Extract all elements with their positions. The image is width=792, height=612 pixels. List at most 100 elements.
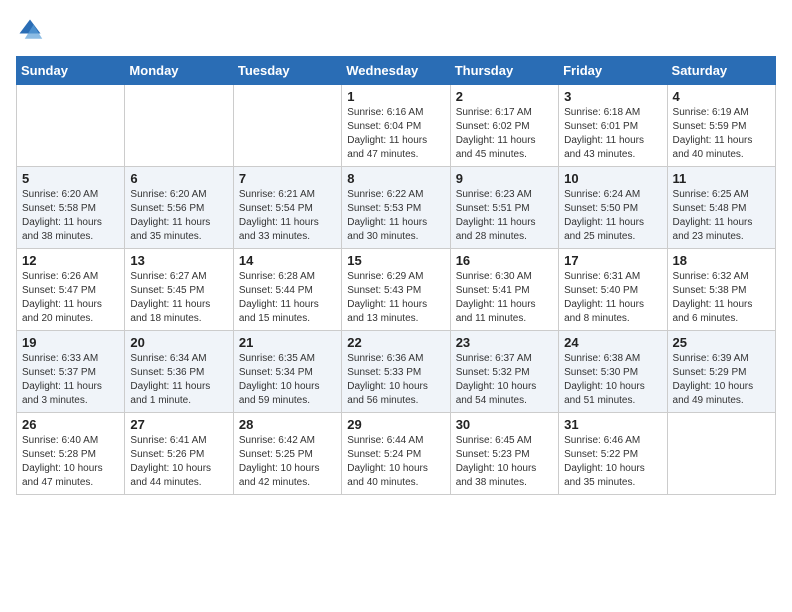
calendar-cell: 25Sunrise: 6:39 AMSunset: 5:29 PMDayligh… — [667, 331, 775, 413]
day-info: Sunrise: 6:40 AMSunset: 5:28 PMDaylight:… — [22, 434, 119, 490]
day-info: Sunrise: 6:29 AMSunset: 5:43 PMDaylight:… — [347, 270, 444, 326]
calendar-cell: 31 Sunrise: 6:46 AMSunset: 5:22 PMDayligh… — [559, 413, 667, 495]
day-info: Sunrise: 6:19 AMSunset: 5:59 PMDaylight:… — [673, 106, 770, 162]
day-number: 3 — [564, 89, 661, 104]
day-info: Sunrise: 6:31 AMSunset: 5:40 PMDaylight:… — [564, 270, 661, 326]
calendar-week-row: 1 Sunrise: 6:16 AMSunset: 6:04 PMDaylight… — [17, 85, 776, 167]
day-number: 13 — [130, 253, 227, 268]
calendar-cell: 13 Sunrise: 6:27 AMSunset: 5:45 PMDayligh… — [125, 249, 233, 331]
calendar-cell: 18 Sunrise: 6:32 AMSunset: 5:38 PMDayligh… — [667, 249, 775, 331]
day-info: Sunrise: 6:45 AMSunset: 5:23 PMDaylight:… — [456, 434, 553, 490]
day-number: 7 — [239, 171, 336, 186]
calendar-cell — [17, 85, 125, 167]
calendar-week-row: 26 Sunrise: 6:40 AMSunset: 5:28 PMDayligh… — [17, 413, 776, 495]
calendar-cell: 16 Sunrise: 6:30 AMSunset: 5:41 PMDayligh… — [450, 249, 558, 331]
calendar-cell: 22Sunrise: 6:36 AMSunset: 5:33 PMDayligh… — [342, 331, 450, 413]
calendar-cell: 9Sunrise: 6:23 AMSunset: 5:51 PMDaylight… — [450, 167, 558, 249]
day-info: Sunrise: 6:23 AMSunset: 5:51 PMDaylight:… — [456, 188, 553, 244]
calendar-cell: 8 Sunrise: 6:22 AMSunset: 5:53 PMDaylight… — [342, 167, 450, 249]
day-info: Sunrise: 6:38 AMSunset: 5:30 PMDaylight:… — [564, 352, 661, 408]
day-number: 4 — [673, 89, 770, 104]
day-header-thursday: Thursday — [450, 57, 558, 85]
day-number: 19 — [22, 335, 119, 350]
day-number: 23 — [456, 335, 553, 350]
day-info: Sunrise: 6:27 AMSunset: 5:45 PMDaylight:… — [130, 270, 227, 326]
calendar-cell: 12 Sunrise: 6:26 AMSunset: 5:47 PMDayligh… — [17, 249, 125, 331]
calendar-cell: 5 Sunrise: 6:20 AMSunset: 5:58 PMDaylight… — [17, 167, 125, 249]
logo-icon — [16, 16, 44, 44]
day-info: Sunrise: 6:41 AMSunset: 5:26 PMDaylight:… — [130, 434, 227, 490]
calendar-cell — [125, 85, 233, 167]
calendar-cell: 23 Sunrise: 6:37 AMSunset: 5:32 PMDayligh… — [450, 331, 558, 413]
day-info: Sunrise: 6:33 AMSunset: 5:37 PMDaylight:… — [22, 352, 119, 408]
day-number: 11 — [673, 171, 770, 186]
day-header-friday: Friday — [559, 57, 667, 85]
day-number: 21 — [239, 335, 336, 350]
calendar-cell: 10Sunrise: 6:24 AMSunset: 5:50 PMDayligh… — [559, 167, 667, 249]
day-info: Sunrise: 6:20 AMSunset: 5:58 PMDaylight:… — [22, 188, 119, 244]
calendar-cell: 29 Sunrise: 6:44 AMSunset: 5:24 PMDayligh… — [342, 413, 450, 495]
day-number: 18 — [673, 253, 770, 268]
day-number: 29 — [347, 417, 444, 432]
day-number: 16 — [456, 253, 553, 268]
calendar-cell: 2Sunrise: 6:17 AMSunset: 6:02 PMDaylight… — [450, 85, 558, 167]
day-number: 8 — [347, 171, 444, 186]
calendar-cell: 27 Sunrise: 6:41 AMSunset: 5:26 PMDayligh… — [125, 413, 233, 495]
day-info: Sunrise: 6:17 AMSunset: 6:02 PMDaylight:… — [456, 106, 553, 162]
calendar-cell: 19 Sunrise: 6:33 AMSunset: 5:37 PMDayligh… — [17, 331, 125, 413]
calendar-cell: 4 Sunrise: 6:19 AMSunset: 5:59 PMDaylight… — [667, 85, 775, 167]
day-info: Sunrise: 6:25 AMSunset: 5:48 PMDaylight:… — [673, 188, 770, 244]
day-number: 17 — [564, 253, 661, 268]
day-info: Sunrise: 6:32 AMSunset: 5:38 PMDaylight:… — [673, 270, 770, 326]
day-info: Sunrise: 6:22 AMSunset: 5:53 PMDaylight:… — [347, 188, 444, 244]
day-number: 26 — [22, 417, 119, 432]
day-number: 1 — [347, 89, 444, 104]
calendar-week-row: 5 Sunrise: 6:20 AMSunset: 5:58 PMDaylight… — [17, 167, 776, 249]
day-number: 20 — [130, 335, 227, 350]
day-info: Sunrise: 6:36 AMSunset: 5:33 PMDaylight:… — [347, 352, 444, 408]
calendar-cell: 17 Sunrise: 6:31 AMSunset: 5:40 PMDayligh… — [559, 249, 667, 331]
day-number: 5 — [22, 171, 119, 186]
day-number: 12 — [22, 253, 119, 268]
calendar-cell: 24 Sunrise: 6:38 AMSunset: 5:30 PMDayligh… — [559, 331, 667, 413]
day-number: 25 — [673, 335, 770, 350]
calendar-cell: 6 Sunrise: 6:20 AMSunset: 5:56 PMDaylight… — [125, 167, 233, 249]
day-info: Sunrise: 6:20 AMSunset: 5:56 PMDaylight:… — [130, 188, 227, 244]
calendar-cell: 28 Sunrise: 6:42 AMSunset: 5:25 PMDayligh… — [233, 413, 341, 495]
day-info: Sunrise: 6:46 AMSunset: 5:22 PMDaylight:… — [564, 434, 661, 490]
day-number: 15 — [347, 253, 444, 268]
day-header-monday: Monday — [125, 57, 233, 85]
day-number: 31 — [564, 417, 661, 432]
day-number: 30 — [456, 417, 553, 432]
day-number: 24 — [564, 335, 661, 350]
day-info: Sunrise: 6:16 AMSunset: 6:04 PMDaylight:… — [347, 106, 444, 162]
calendar-cell: 14Sunrise: 6:28 AMSunset: 5:44 PMDayligh… — [233, 249, 341, 331]
day-header-tuesday: Tuesday — [233, 57, 341, 85]
day-info: Sunrise: 6:35 AMSunset: 5:34 PMDaylight:… — [239, 352, 336, 408]
day-info: Sunrise: 6:30 AMSunset: 5:41 PMDaylight:… — [456, 270, 553, 326]
calendar-cell: 20Sunrise: 6:34 AMSunset: 5:36 PMDayligh… — [125, 331, 233, 413]
calendar-cell — [667, 413, 775, 495]
day-number: 27 — [130, 417, 227, 432]
day-info: Sunrise: 6:42 AMSunset: 5:25 PMDaylight:… — [239, 434, 336, 490]
day-info: Sunrise: 6:44 AMSunset: 5:24 PMDaylight:… — [347, 434, 444, 490]
calendar-week-row: 19 Sunrise: 6:33 AMSunset: 5:37 PMDayligh… — [17, 331, 776, 413]
day-info: Sunrise: 6:37 AMSunset: 5:32 PMDaylight:… — [456, 352, 553, 408]
day-header-sunday: Sunday — [17, 57, 125, 85]
day-header-saturday: Saturday — [667, 57, 775, 85]
day-number: 10 — [564, 171, 661, 186]
calendar-week-row: 12 Sunrise: 6:26 AMSunset: 5:47 PMDayligh… — [17, 249, 776, 331]
day-number: 28 — [239, 417, 336, 432]
day-info: Sunrise: 6:26 AMSunset: 5:47 PMDaylight:… — [22, 270, 119, 326]
day-number: 14 — [239, 253, 336, 268]
calendar-cell: 1 Sunrise: 6:16 AMSunset: 6:04 PMDaylight… — [342, 85, 450, 167]
day-info: Sunrise: 6:18 AMSunset: 6:01 PMDaylight:… — [564, 106, 661, 162]
calendar-cell: 7Sunrise: 6:21 AMSunset: 5:54 PMDaylight… — [233, 167, 341, 249]
calendar-cell: 30 Sunrise: 6:45 AMSunset: 5:23 PMDayligh… — [450, 413, 558, 495]
calendar-cell: 15 Sunrise: 6:29 AMSunset: 5:43 PMDayligh… — [342, 249, 450, 331]
calendar-cell: 21 Sunrise: 6:35 AMSunset: 5:34 PMDayligh… — [233, 331, 341, 413]
page-header — [16, 16, 776, 44]
day-number: 6 — [130, 171, 227, 186]
calendar-cell: 26 Sunrise: 6:40 AMSunset: 5:28 PMDayligh… — [17, 413, 125, 495]
day-header-wednesday: Wednesday — [342, 57, 450, 85]
